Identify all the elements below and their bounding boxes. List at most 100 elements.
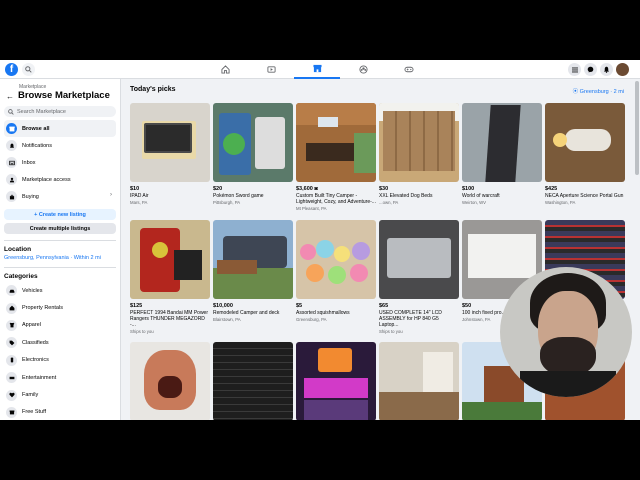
listing-price: $20 (213, 186, 223, 192)
listing-title: IPAD Air (130, 193, 149, 199)
listing-location: ...own, PA (379, 200, 399, 205)
menu-grid-icon[interactable] (568, 63, 581, 76)
listing-photo (296, 220, 376, 299)
category-label: Property Rentals (22, 305, 63, 312)
back-arrow-icon[interactable]: ← (6, 92, 14, 101)
listing-card[interactable] (296, 342, 376, 420)
listing-location: Ships to you (130, 329, 154, 334)
facebook-logo[interactable]: f (5, 63, 18, 76)
category-vehicles[interactable]: Vehicles (4, 282, 116, 299)
category-label: Classifieds (22, 339, 49, 346)
bell-icon[interactable] (600, 63, 613, 76)
sidebar-item-buying[interactable]: Buying › (4, 188, 116, 205)
scrollbar[interactable] (635, 81, 639, 175)
gaming-icon[interactable] (386, 60, 432, 79)
chevron-right-icon: › (110, 192, 112, 198)
listing-photo (296, 342, 376, 420)
listing-card[interactable]: $100 World of warcraft Weirton, WV (462, 103, 542, 205)
sidebar-item-label: Marketplace access (22, 176, 71, 183)
ticket-icon (6, 372, 17, 384)
listing-price: $30 (379, 186, 389, 192)
webcam-overlay (500, 267, 632, 397)
listing-price: $3,600 ◙ (296, 186, 318, 192)
avatar[interactable] (616, 63, 629, 76)
listing-price: $65 (379, 303, 389, 309)
location-filter-link[interactable]: Greensburg, Pennsylvania · Within 2 mi (4, 255, 116, 261)
listing-photo (379, 220, 459, 299)
create-multiple-listings-button[interactable]: Create multiple listings (4, 223, 116, 234)
listing-card[interactable]: $10,000 Remodeled Camper and deck Blairs… (213, 220, 293, 322)
listing-location: Mars, PA (130, 200, 148, 205)
search-input[interactable]: Search Marketplace (4, 106, 116, 117)
listing-card[interactable]: $65 USED COMPLETE 14" LCD ASSEMBLY for H… (379, 220, 459, 334)
listing-photo (379, 342, 459, 420)
listing-title: Custom Built Tiny Camper - Lightweight, … (296, 193, 376, 205)
listing-photo (545, 103, 625, 182)
gift-icon (6, 406, 17, 418)
search-icon[interactable] (22, 63, 35, 76)
listing-location: Ships to you (379, 329, 403, 334)
listing-price: $5 (296, 303, 303, 309)
messenger-icon[interactable] (584, 63, 597, 76)
sidebar-item-inbox[interactable]: Inbox (4, 154, 116, 171)
tag-icon (6, 337, 17, 349)
category-entertainment[interactable]: Entertainment (4, 369, 116, 386)
house-icon (6, 302, 17, 314)
video-icon[interactable] (248, 60, 294, 79)
create-listing-button[interactable]: + Create new listing (4, 209, 116, 220)
category-property-rentals[interactable]: Property Rentals (4, 299, 116, 316)
listing-card[interactable]: $3,600 ◙ Custom Built Tiny Camper - Ligh… (296, 103, 376, 211)
listing-title: Pokémon Sword game (213, 193, 264, 199)
listing-photo (130, 103, 210, 182)
divider (4, 267, 116, 268)
category-label: Family (22, 392, 39, 399)
listing-card[interactable] (379, 342, 459, 420)
location-link[interactable]: ⦿ Greensburg · 2 mi (573, 87, 624, 95)
groups-icon[interactable] (340, 60, 386, 79)
listing-title: Assorted squishmallows (296, 310, 350, 316)
listing-card[interactable]: $5 Assorted squishmallows Greensburg, PA (296, 220, 376, 322)
listing-title: World of warcraft (462, 193, 500, 199)
listing-card[interactable] (213, 342, 293, 420)
pin-icon: ⦿ (572, 89, 579, 95)
listing-price: $100 (462, 186, 475, 192)
listing-card[interactable]: $10 IPAD Air Mars, PA (130, 103, 210, 205)
listing-card[interactable]: $20 Pokémon Sword game Pittsburgh, PA (213, 103, 293, 205)
listing-card[interactable]: $125 PERFECT 1994 Bandai MM Power Ranger… (130, 220, 210, 334)
listing-card[interactable] (130, 342, 210, 420)
listing-title: USED COMPLETE 14" LCD ASSEMBLY for HP 84… (379, 310, 442, 328)
listing-location: Greensburg, PA (296, 317, 327, 322)
browser-viewport: f Marketplace ← Browse Marketplace Searc… (0, 60, 640, 420)
listing-price: $125 (130, 303, 143, 309)
listing-photo (130, 342, 210, 420)
category-label: Free Stuff (22, 409, 47, 416)
marketplace-sidebar: Marketplace ← Browse Marketplace Search … (0, 79, 121, 420)
category-family[interactable]: Family (4, 386, 116, 403)
listing-title: Remodeled Camper and deck (213, 310, 280, 316)
sidebar-item-browse-all[interactable]: Browse all (4, 120, 116, 137)
category-apparel[interactable]: Apparel (4, 317, 116, 334)
page-title: Browse Marketplace (18, 90, 110, 101)
listing-card[interactable]: $30 XXL Elevated Dog Beds ...own, PA (379, 103, 459, 205)
person-icon (6, 174, 17, 185)
inbox-icon (6, 157, 17, 168)
category-label: Apparel (22, 322, 41, 329)
listing-card[interactable]: $425 NECA Aperture Science Portal Gun Wa… (545, 103, 625, 205)
listing-price: $10,000 (213, 303, 233, 309)
listing-location: Mt Pleasant, PA (296, 206, 327, 211)
category-label: Vehicles (22, 287, 43, 294)
listing-location: Washington, PA (545, 200, 576, 205)
home-icon[interactable] (202, 60, 248, 79)
listing-title: PERFECT 1994 Bandai MM Power Rangers THU… (130, 310, 208, 328)
category-free-stuff[interactable]: Free Stuff (4, 404, 116, 420)
sidebar-item-marketplace-access[interactable]: Marketplace access (4, 171, 116, 188)
sidebar-item-notifications[interactable]: Notifications (4, 137, 116, 154)
marketplace-icon[interactable] (294, 60, 340, 79)
categories-heading: Categories (4, 273, 38, 280)
heart-icon (6, 389, 17, 401)
category-classifieds[interactable]: Classifieds (4, 334, 116, 351)
category-electronics[interactable]: Electronics (4, 352, 116, 369)
sidebar-header: ← Browse Marketplace (4, 90, 116, 102)
listing-price: $10 (130, 186, 140, 192)
listing-title: XXL Elevated Dog Beds (379, 193, 433, 199)
